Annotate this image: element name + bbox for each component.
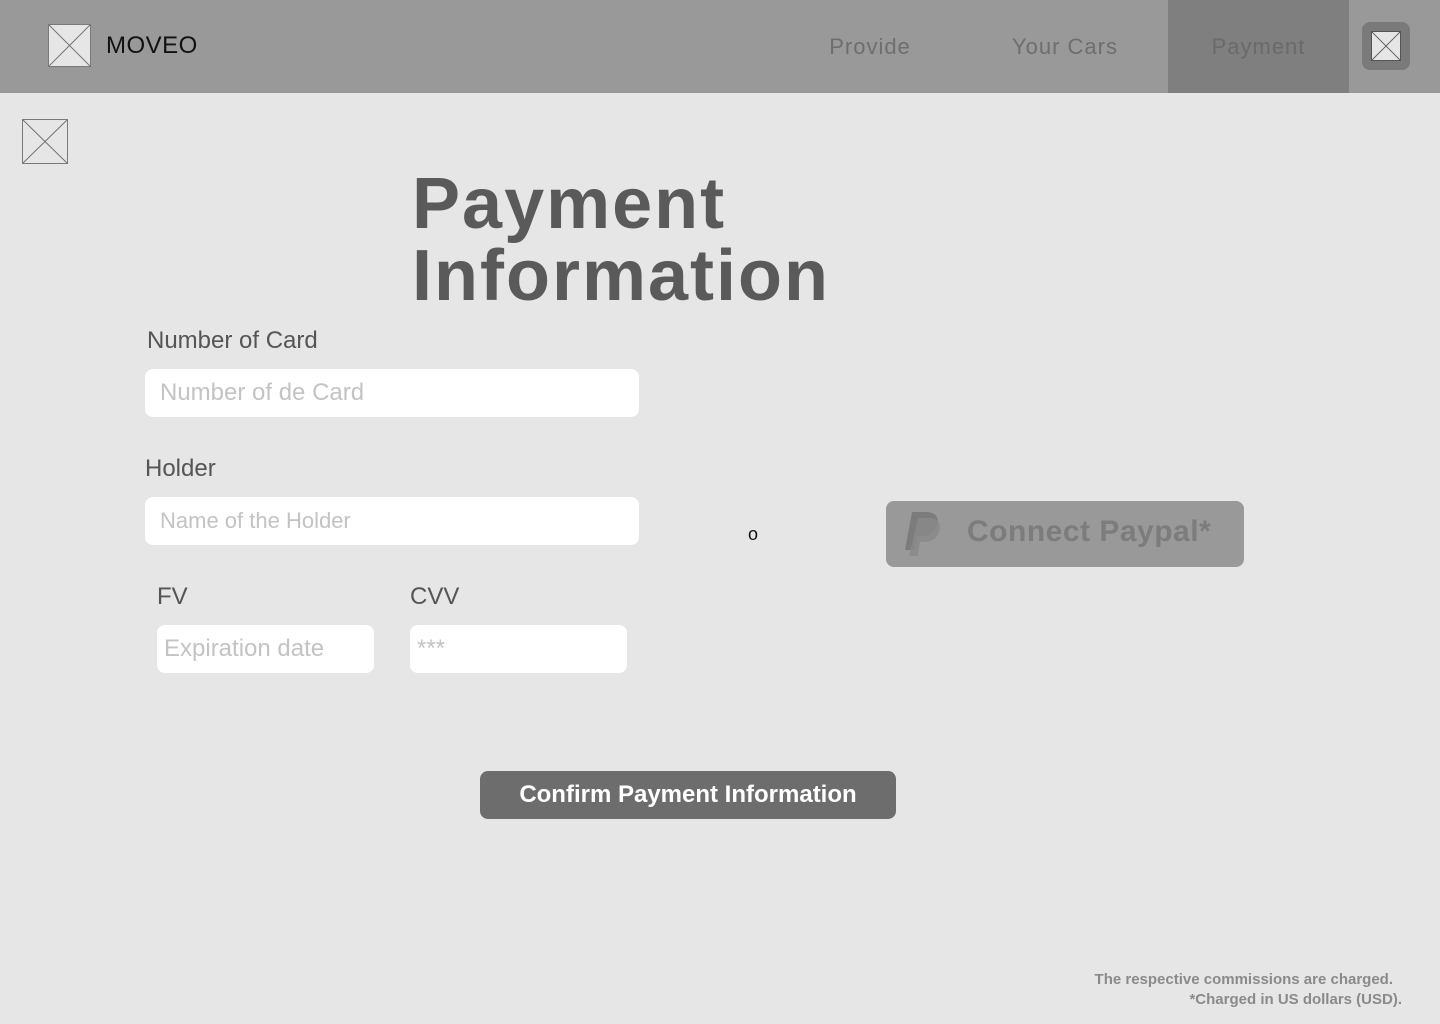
logo-image-placeholder-icon[interactable]	[48, 24, 91, 67]
paypal-icon	[905, 512, 940, 556]
holder-label: Holder	[145, 455, 216, 482]
profile-image-placeholder-icon	[1371, 31, 1401, 61]
or-separator: o	[748, 524, 759, 544]
nav-payment[interactable]: Payment	[1168, 0, 1349, 93]
brand-name[interactable]: MOVEO	[106, 30, 198, 62]
footnote-currency: *Charged in US dollars (USD).	[1189, 991, 1402, 1008]
holder-input[interactable]	[145, 497, 639, 545]
page-title: Payment Information	[412, 168, 932, 312]
card-number-label: Number of Card	[147, 327, 318, 354]
nav-provide[interactable]: Provide	[800, 0, 940, 93]
profile-button[interactable]	[1362, 22, 1410, 70]
footnote: The respective commissions are charged. …	[1095, 970, 1402, 1010]
page-title-line2: Information	[412, 236, 830, 316]
confirm-payment-button[interactable]: Confirm Payment Information	[480, 771, 896, 819]
expiration-label: FV	[157, 583, 188, 610]
connect-paypal-label: Connect Paypal*	[967, 515, 1212, 548]
footnote-commissions: The respective commissions are charged.	[1094, 971, 1393, 988]
back-image-placeholder-icon[interactable]	[22, 119, 68, 164]
nav-your-cars[interactable]: Your Cars	[985, 0, 1145, 93]
cvv-label: CVV	[410, 583, 460, 610]
expiration-date-input[interactable]	[157, 625, 374, 673]
connect-paypal-button[interactable]: Connect Paypal*	[886, 501, 1244, 567]
page-title-line1: Payment	[412, 164, 727, 244]
top-navigation-bar: MOVEO Provide Your Cars Payment	[0, 0, 1440, 93]
payment-page: MOVEO Provide Your Cars Payment Payment …	[0, 0, 1440, 1024]
card-number-input[interactable]	[145, 369, 639, 417]
cvv-input[interactable]	[410, 625, 627, 673]
